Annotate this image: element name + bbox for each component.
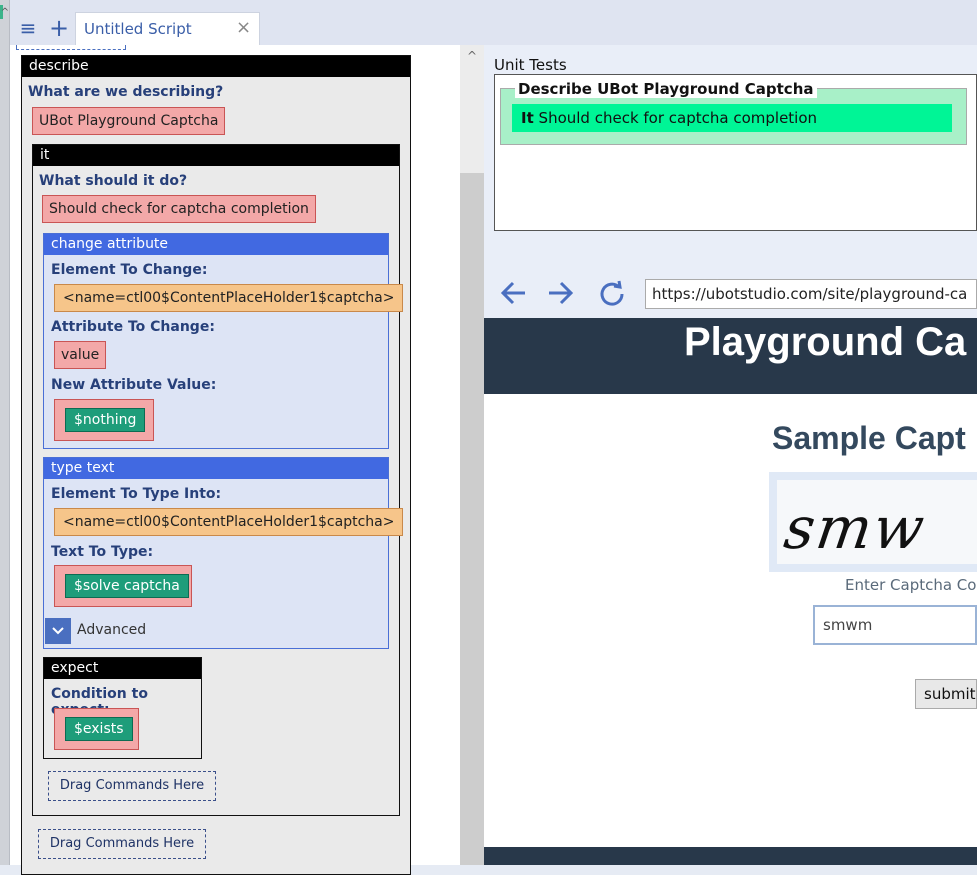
scrollbar-thumb[interactable]: [460, 173, 484, 865]
change-attribute-header: change attribute: [44, 234, 388, 255]
web-page-title: Playground Ca: [684, 320, 967, 364]
element-to-change-label: Element To Change:: [51, 262, 208, 278]
tab-label: Untitled Script: [84, 20, 192, 38]
add-tab-button[interactable]: +: [46, 15, 72, 41]
variable-nothing[interactable]: $nothing: [65, 408, 146, 432]
type-text-block[interactable]: type text Element To Type Into: <name=ct…: [43, 457, 404, 649]
captcha-image-text: smw: [780, 494, 931, 562]
attribute-to-change-field[interactable]: value: [54, 341, 107, 369]
drop-indicator: [16, 45, 126, 50]
captcha-image-inner: smw: [777, 480, 977, 564]
unit-tests-label: Unit Tests: [494, 56, 567, 74]
url-field[interactable]: https://ubotstudio.com/site/playground-c…: [645, 279, 977, 309]
test-result-text: Should check for captcha completion: [538, 109, 818, 127]
it-header: it: [33, 145, 399, 166]
variable-solve-captcha[interactable]: $solve captcha: [65, 574, 189, 598]
scroll-up-icon[interactable]: ^: [460, 45, 484, 67]
test-group-title: Describe UBot Playground Captcha: [515, 80, 817, 98]
variable-exists[interactable]: $exists: [65, 717, 133, 741]
drag-commands-inner[interactable]: Drag Commands Here: [48, 771, 216, 801]
drag-commands-outer[interactable]: Drag Commands Here: [38, 829, 206, 859]
submit-button[interactable]: submit: [915, 679, 977, 709]
captcha-image: smw: [769, 472, 977, 572]
left-gutter: [0, 0, 10, 865]
arrow-left-icon[interactable]: [500, 278, 528, 308]
expect-block[interactable]: expect Condition to expect: $exists: [43, 657, 202, 759]
describe-value-field[interactable]: UBot Playground Captcha: [32, 107, 226, 135]
test-result-prefix: It: [521, 109, 534, 127]
chevron-up-icon[interactable]: ^: [0, 6, 10, 20]
expect-header: expect: [44, 658, 201, 679]
script-panel: describe What are we describing? UBot Pl…: [10, 45, 460, 875]
refresh-icon[interactable]: [597, 278, 627, 308]
change-attribute-block[interactable]: change attribute Element To Change: <nam…: [43, 233, 404, 449]
element-to-type-label: Element To Type Into:: [51, 486, 222, 502]
sample-captcha-title: Sample Capt: [772, 420, 966, 456]
chevron-down-icon: [52, 627, 64, 635]
new-attribute-value-label: New Attribute Value:: [51, 377, 217, 393]
element-to-change-field[interactable]: <name=ctl00$ContentPlaceHolder1$captcha>: [54, 284, 404, 312]
element-to-type-field[interactable]: <name=ctl00$ContentPlaceHolder1$captcha>: [54, 508, 404, 536]
captcha-label: Enter Captcha Co: [845, 576, 977, 594]
text-to-type-label: Text To Type:: [51, 544, 154, 560]
menu-button[interactable]: ≡: [17, 15, 39, 41]
text-to-type-slot[interactable]: $solve captcha: [54, 565, 192, 607]
arrow-right-icon[interactable]: [546, 278, 574, 308]
captcha-input[interactable]: smwm: [813, 605, 977, 645]
test-result-row[interactable]: It Should check for captcha completion: [512, 104, 952, 132]
describe-block[interactable]: describe What are we describing? UBot Pl…: [21, 55, 411, 875]
advanced-toggle[interactable]: [45, 618, 71, 644]
it-value-field[interactable]: Should check for captcha completion: [42, 195, 316, 223]
new-attribute-value-slot[interactable]: $nothing: [54, 399, 154, 441]
describe-question: What are we describing?: [28, 84, 224, 100]
it-block[interactable]: it What should it do? Should check for c…: [32, 144, 404, 816]
attribute-to-change-label: Attribute To Change:: [51, 319, 215, 335]
type-text-header: type text: [44, 458, 388, 479]
describe-header: describe: [22, 56, 410, 77]
tab-untitled-script[interactable]: Untitled Script ×: [75, 12, 260, 45]
close-icon[interactable]: ×: [236, 17, 251, 38]
it-question: What should it do?: [39, 173, 188, 189]
advanced-label[interactable]: Advanced: [77, 622, 146, 638]
web-page-view: Playground Ca Sample Capt smw Enter Capt…: [484, 318, 977, 865]
web-footer: [484, 847, 977, 865]
condition-slot[interactable]: $exists: [54, 708, 139, 750]
